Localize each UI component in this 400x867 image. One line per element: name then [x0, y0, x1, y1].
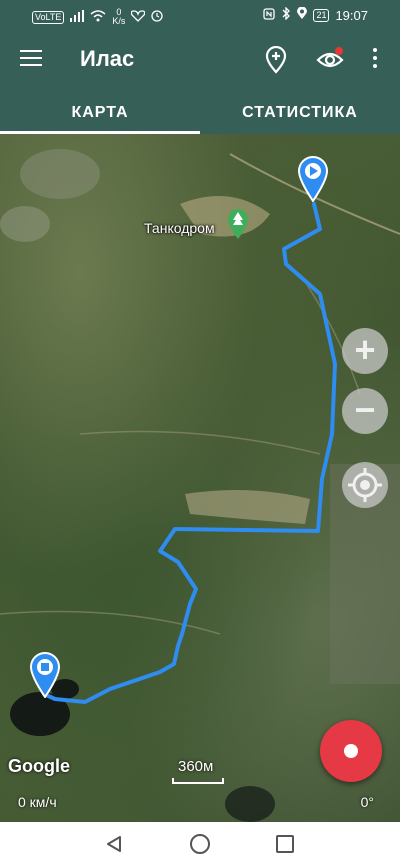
- my-location-button[interactable]: [342, 462, 388, 508]
- tree-marker-icon[interactable]: [227, 208, 249, 240]
- status-time: 19:07: [335, 7, 368, 23]
- volte-badge: VoLTE: [32, 10, 65, 24]
- heart-icon: [131, 9, 146, 25]
- clock-alert-icon: [151, 9, 164, 25]
- poi-label: Танкодром: [144, 220, 215, 236]
- track-path: [42, 202, 337, 704]
- back-icon[interactable]: [104, 834, 124, 854]
- menu-icon[interactable]: [20, 50, 42, 68]
- track-start-marker-icon[interactable]: [297, 156, 329, 203]
- home-icon[interactable]: [190, 834, 210, 854]
- page-title: Илас: [80, 46, 135, 71]
- status-bar: VoLTE 0 K/s 21 19:07: [0, 0, 400, 30]
- add-location-icon[interactable]: [264, 45, 288, 74]
- record-button[interactable]: [320, 720, 382, 782]
- map-view[interactable]: Танкодром + − Google 360м 0 км/ч 0°: [0, 134, 400, 822]
- crosshair-icon: [348, 468, 382, 502]
- system-nav-bar: [0, 822, 400, 867]
- signal-icon: [70, 9, 85, 25]
- heading-readout: 0°: [360, 794, 374, 810]
- track-end-marker-icon[interactable]: [29, 652, 61, 699]
- zoom-out-button[interactable]: −: [342, 388, 388, 434]
- network-speed: 0 K/s: [112, 7, 126, 26]
- record-icon: [344, 744, 358, 758]
- map-terrain: [0, 149, 400, 822]
- location-icon: [297, 6, 308, 23]
- tab-bar: КАРТА СТАТИСТИКА: [0, 92, 400, 134]
- nfc-icon: [263, 7, 276, 23]
- recent-apps-icon[interactable]: [276, 835, 294, 853]
- more-options-icon[interactable]: [372, 48, 378, 72]
- zoom-in-button[interactable]: +: [342, 328, 388, 374]
- battery-indicator: 21: [313, 8, 330, 22]
- minus-icon: −: [354, 389, 376, 430]
- plus-icon: +: [354, 329, 376, 370]
- speed-readout: 0 км/ч: [18, 794, 57, 810]
- tab-statistics[interactable]: СТАТИСТИКА: [200, 92, 400, 134]
- bluetooth-icon: [281, 6, 291, 23]
- notification-dot: [335, 47, 343, 55]
- tab-map[interactable]: КАРТА: [0, 92, 200, 134]
- scale-label: 360м: [178, 758, 214, 775]
- wifi-icon: [90, 9, 106, 25]
- scale-bar: [172, 778, 224, 784]
- app-bar: Илас: [0, 30, 400, 92]
- google-logo: Google: [8, 756, 70, 776]
